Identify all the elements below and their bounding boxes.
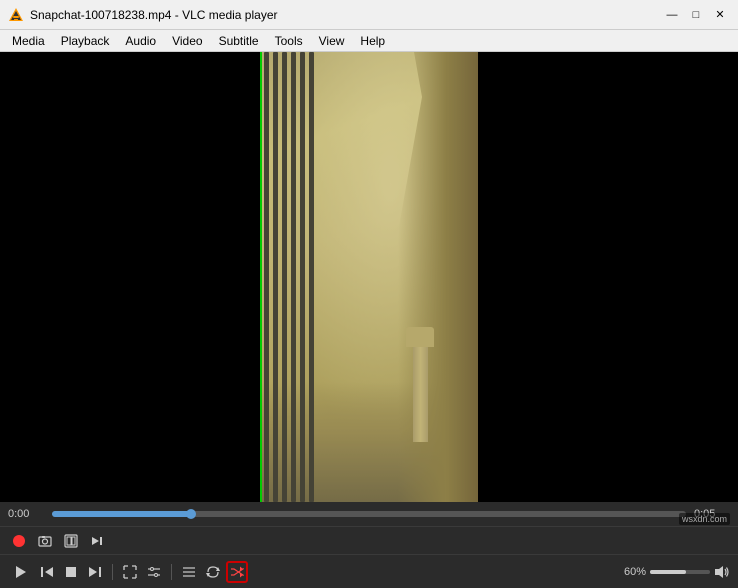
volume-level: 60% [624,566,646,578]
frame-step-button[interactable] [86,530,108,552]
stop-button[interactable] [60,561,82,583]
controls-row-1 [0,526,738,554]
prev-button[interactable] [36,561,58,583]
green-line [260,52,262,502]
menu-subtitle[interactable]: Subtitle [211,30,267,51]
black-left [0,52,260,502]
loop-button[interactable] [202,561,224,583]
playlist-button[interactable] [178,561,200,583]
maximize-button[interactable]: □ [686,5,706,25]
seek-bar[interactable] [52,511,686,517]
minimize-button[interactable]: — [662,5,682,25]
separator-1 [112,564,113,580]
volume-slider[interactable] [650,570,710,574]
separator-2 [171,564,172,580]
random-button[interactable] [226,561,248,583]
video-area[interactable] [0,52,738,502]
menu-help[interactable]: Help [352,30,393,51]
loop-ab-button[interactable] [60,530,82,552]
progress-area: 0:00 0:05 [0,502,738,526]
window-title: Snapchat-100718238.mp4 - VLC media playe… [30,8,662,22]
menu-tools[interactable]: Tools [267,30,311,51]
menu-playback[interactable]: Playback [53,30,118,51]
video-frame [260,52,478,502]
snapshot-button[interactable] [34,530,56,552]
play-button[interactable] [8,559,34,585]
next-button[interactable] [84,561,106,583]
menu-media[interactable]: Media [4,30,53,51]
app-icon [8,7,24,23]
controls-row-2: 60% [0,554,738,588]
video-content [0,52,738,502]
menu-video[interactable]: Video [164,30,210,51]
menu-bar: Media Playback Audio Video Subtitle Tool… [0,30,738,52]
record-button[interactable] [8,530,30,552]
progress-handle [186,509,196,519]
extended-settings-button[interactable] [143,561,165,583]
mist [260,52,478,502]
current-time: 0:00 [8,508,44,520]
title-bar: Snapchat-100718238.mp4 - VLC media playe… [0,0,738,30]
speaker-icon [714,564,730,580]
menu-audio[interactable]: Audio [117,30,164,51]
close-button[interactable]: ✕ [710,5,730,25]
volume-area: 60% [624,564,730,580]
window-controls: — □ ✕ [662,5,730,25]
total-time: 0:05 [694,508,730,520]
progress-fill [52,511,191,517]
black-right [478,52,738,502]
menu-view[interactable]: View [311,30,353,51]
fullscreen-button[interactable] [119,561,141,583]
volume-fill [650,570,686,574]
